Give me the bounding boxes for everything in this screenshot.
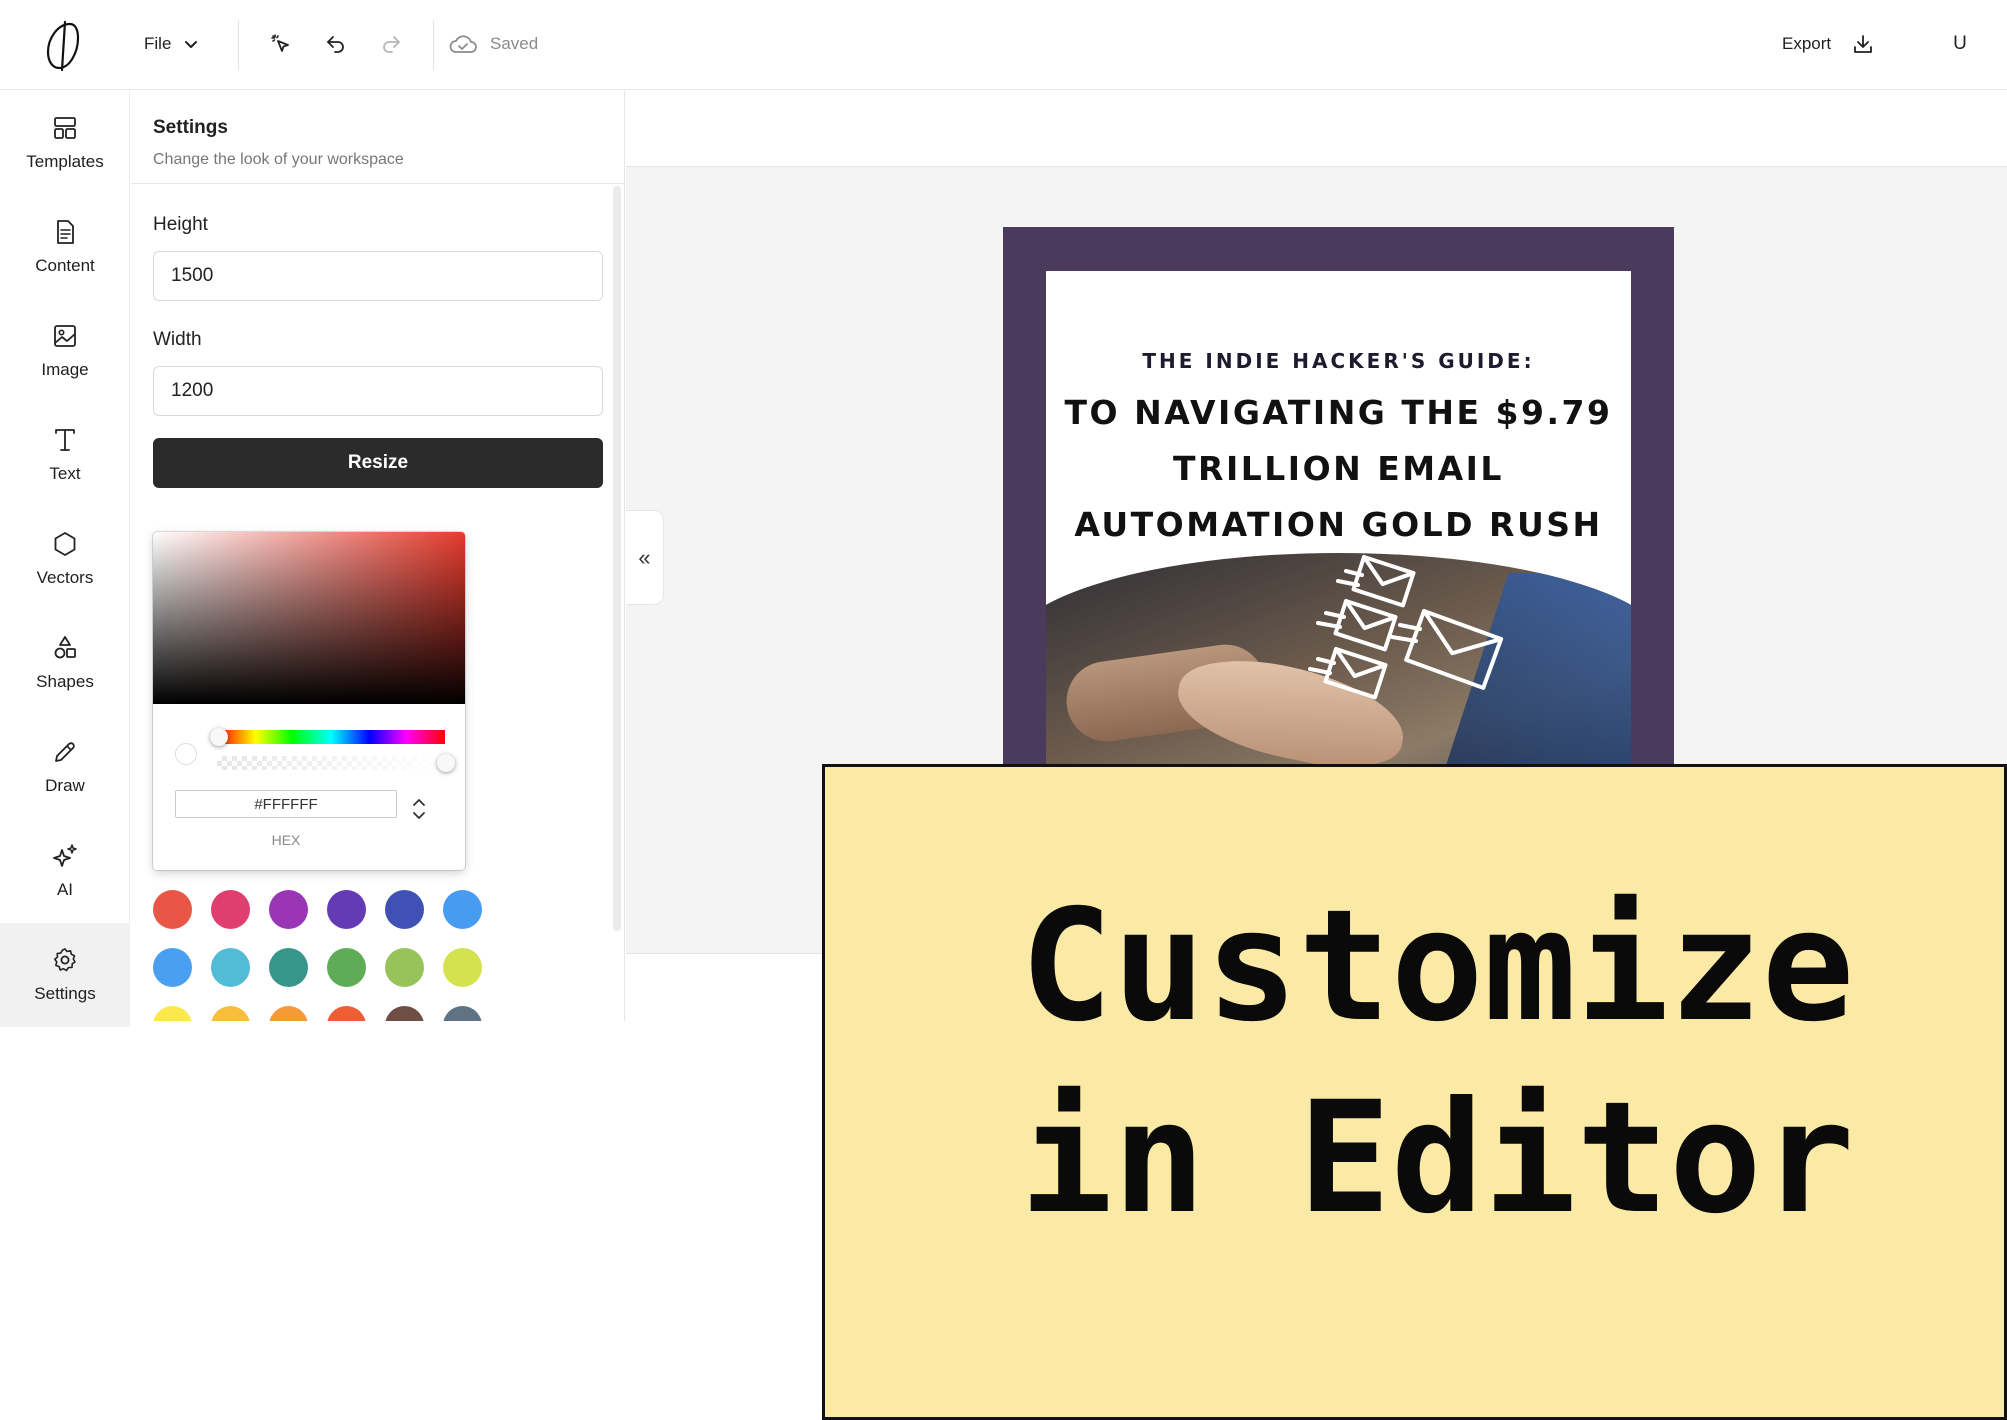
nav-label: AI <box>56 880 74 899</box>
user-avatar[interactable]: U <box>1942 26 1978 62</box>
canvas-toolbar <box>626 91 2007 167</box>
nav-label: Content <box>35 256 95 275</box>
file-menu[interactable]: File <box>128 24 215 64</box>
flying-envelopes-icon <box>1308 555 1504 700</box>
width-input[interactable] <box>153 366 603 416</box>
nav-item-image[interactable]: Image <box>0 299 130 403</box>
alpha-slider-handle[interactable] <box>437 754 455 772</box>
download-icon <box>1854 35 1873 53</box>
saved-label: Saved <box>490 34 539 53</box>
color-swatch[interactable] <box>327 890 366 929</box>
nav-label: Settings <box>34 984 96 1003</box>
color-swatch[interactable] <box>385 948 424 987</box>
nav-label: Text <box>49 464 81 483</box>
templates-icon <box>54 117 76 139</box>
format-toggle-icon[interactable] <box>407 794 431 824</box>
color-swatch[interactable] <box>327 1006 366 1021</box>
design-title: TO NAVIGATING THE $9.79 TRILLION EMAIL A… <box>1046 385 1631 553</box>
width-label: Width <box>153 329 202 350</box>
export-label: Export <box>1782 34 1832 53</box>
cloud-check-icon <box>449 35 477 53</box>
overlay-heading: Customize in Editor <box>1020 877 1855 1248</box>
design-preview[interactable]: THE INDIE HACKER'S GUIDE: TO NAVIGATING … <box>1003 227 1674 765</box>
nav-item-content[interactable]: Content <box>0 195 130 299</box>
text-icon <box>55 429 75 451</box>
nav-label: Image <box>41 360 89 379</box>
hexagon-icon <box>54 532 76 556</box>
design-title-line: TRILLION EMAIL <box>1173 449 1504 488</box>
color-swatch[interactable] <box>211 1006 250 1021</box>
saturation-area[interactable] <box>153 532 465 704</box>
undo-icon[interactable] <box>318 26 354 62</box>
top-bar: File Saved Export U <box>0 0 2007 90</box>
color-swatch[interactable] <box>211 890 250 929</box>
nav-item-text[interactable]: Text <box>0 403 130 507</box>
color-swatch[interactable] <box>443 890 482 929</box>
design-photo <box>1046 553 1631 765</box>
height-input[interactable] <box>153 251 603 301</box>
color-swatch[interactable] <box>269 1006 308 1021</box>
color-swatch[interactable] <box>327 948 366 987</box>
alpha-slider[interactable] <box>217 756 445 770</box>
collapse-panel-button[interactable]: « <box>626 510 664 605</box>
color-picker: HEX <box>153 532 465 870</box>
nav-item-shapes[interactable]: Shapes <box>0 611 130 715</box>
shapes-icon <box>54 636 76 659</box>
nav-item-draw[interactable]: Draw <box>0 715 130 819</box>
nav-item-vectors[interactable]: Vectors <box>0 507 130 611</box>
panel-header: Settings Change the look of your workspa… <box>131 91 624 184</box>
nav-item-settings[interactable]: Settings <box>0 923 130 1027</box>
color-swatch[interactable] <box>269 948 308 987</box>
nav-item-templates[interactable]: Templates <box>0 91 130 195</box>
panel-subtitle: Change the look of your workspace <box>153 151 404 168</box>
color-swatch[interactable] <box>153 890 192 929</box>
panel-title: Settings <box>153 117 228 138</box>
hex-input[interactable] <box>175 790 397 818</box>
color-swatch[interactable] <box>385 1006 424 1021</box>
design-kicker: THE INDIE HACKER'S GUIDE: <box>1142 349 1535 373</box>
gear-icon <box>54 948 76 972</box>
save-status: Saved <box>448 26 538 62</box>
image-icon <box>54 325 76 347</box>
color-swatch[interactable] <box>153 948 192 987</box>
color-swatch[interactable] <box>153 1006 192 1021</box>
file-menu-label: File <box>144 34 172 53</box>
nav-label: Shapes <box>36 672 94 691</box>
app-logo-icon[interactable] <box>40 18 86 72</box>
select-pointer-icon[interactable] <box>263 26 299 62</box>
pencil-icon <box>55 742 75 762</box>
hue-slider-handle[interactable] <box>210 728 228 746</box>
design-title-line: TO NAVIGATING THE $9.79 <box>1064 393 1613 432</box>
toolbar-divider <box>433 20 434 70</box>
nav-label: Templates <box>26 152 104 171</box>
left-nav: Templates Content Image Text Vectors Sha… <box>0 91 130 1027</box>
double-chevron-left-icon: « <box>638 544 651 570</box>
export-button[interactable]: Export <box>1782 24 1875 64</box>
customize-overlay: Customize in Editor <box>822 764 2007 1420</box>
color-swatch[interactable] <box>269 890 308 929</box>
height-label: Height <box>153 214 208 235</box>
hue-slider[interactable] <box>217 730 445 744</box>
panel-scrollbar[interactable] <box>613 186 621 931</box>
redo-icon[interactable] <box>373 26 409 62</box>
color-swatch[interactable] <box>443 948 482 987</box>
chevron-down-icon <box>185 41 198 48</box>
color-swatch[interactable] <box>443 1006 482 1021</box>
nav-label: Draw <box>45 776 85 795</box>
color-swatch[interactable] <box>385 890 424 929</box>
nav-item-ai[interactable]: AI <box>0 819 130 923</box>
resize-button[interactable]: Resize <box>153 438 603 488</box>
settings-panel: Settings Change the look of your workspa… <box>131 91 625 1021</box>
color-preview <box>175 743 197 765</box>
design-card: THE INDIE HACKER'S GUIDE: TO NAVIGATING … <box>1046 271 1631 765</box>
hex-label: HEX <box>271 832 301 848</box>
color-swatch[interactable] <box>211 948 250 987</box>
document-icon <box>57 220 74 244</box>
nav-label: Vectors <box>36 568 94 587</box>
design-title-line: AUTOMATION GOLD RUSH <box>1074 505 1603 544</box>
toolbar-divider <box>238 20 239 70</box>
sparkle-icon <box>53 844 77 867</box>
